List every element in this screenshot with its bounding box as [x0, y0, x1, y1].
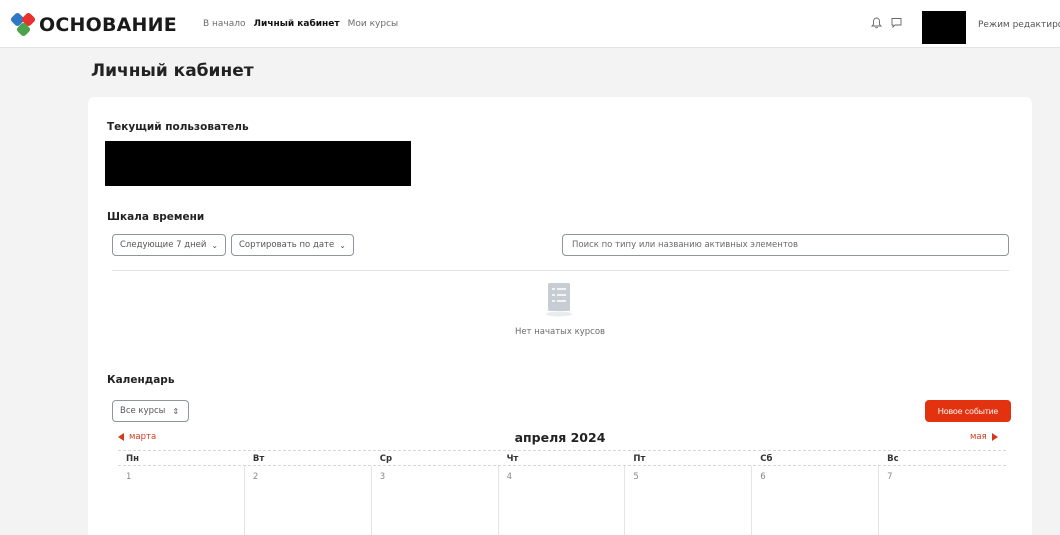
timeline-divider: [112, 270, 1009, 271]
chevron-down-icon: ⌄: [211, 240, 219, 250]
calendar-day-cell[interactable]: 6: [752, 466, 880, 535]
logo-text: ОСНОВАНИЕ: [39, 14, 177, 36]
calendar-week-row: 1 2 3 4 5 6 7: [118, 466, 1006, 535]
arrow-right-icon: [991, 433, 998, 441]
current-user-title: Текущий пользователь: [107, 121, 249, 133]
weekday-label: Пт: [633, 454, 646, 464]
weekday-label: Пн: [126, 454, 139, 464]
timeline-empty-text: Нет начатых курсов: [514, 327, 606, 337]
calendar-grid: Пн Вт Ср Чт Пт Сб Вс 1 2 3 4 5 6 7: [118, 450, 1006, 535]
arrow-left-icon: [118, 433, 124, 441]
weekday-label: Ср: [379, 454, 393, 464]
bell-icon[interactable]: [871, 17, 882, 29]
weekday-label: Сб: [760, 454, 773, 464]
user-avatar[interactable]: [922, 11, 966, 44]
calendar-day-cell[interactable]: 7: [879, 466, 1006, 535]
calendar-course-select[interactable]: Все курсы ⇕: [112, 400, 189, 422]
calendar-next-label: мая: [970, 432, 987, 442]
chevron-down-icon: ⌄: [339, 240, 346, 250]
calendar-day-cell[interactable]: 1: [118, 466, 245, 535]
calendar-day-cell[interactable]: 2: [245, 466, 372, 535]
calendar-day-cell[interactable]: 3: [372, 466, 499, 535]
calendar-course-value: Все курсы: [120, 406, 166, 416]
top-navbar: ОСНОВАНИЕ В начало Личный кабинет Мои ку…: [0, 0, 1060, 48]
page-title: Личный кабинет: [91, 61, 254, 81]
chat-icon[interactable]: [891, 17, 902, 29]
nav-home[interactable]: В начало: [203, 19, 246, 29]
weekday-label: Чт: [506, 454, 519, 464]
nav-my-courses[interactable]: Мои курсы: [348, 19, 399, 29]
edit-mode-toggle[interactable]: Режим редактиро: [978, 20, 1060, 30]
toolbar-icons: [871, 17, 902, 29]
logo-mark-icon: [9, 11, 37, 38]
calendar-current-month: апреля 2024: [514, 430, 606, 445]
current-user-info: [105, 141, 411, 186]
weekday-label: Вт: [252, 454, 265, 464]
calendar-day-cell[interactable]: 5: [625, 466, 753, 535]
calendar-next-month[interactable]: мая: [970, 432, 998, 442]
calendar-weekday-header: Пн Вт Ср Чт Пт Сб Вс: [118, 450, 1006, 466]
empty-list-icon: [542, 282, 576, 322]
nav-dashboard[interactable]: Личный кабинет: [254, 19, 340, 29]
timeline-range-value: Следующие 7 дней: [120, 240, 207, 250]
timeline-range-select[interactable]: Следующие 7 дней ⌄: [112, 234, 227, 256]
timeline-sort-select[interactable]: Сортировать по дате ⌄: [231, 234, 354, 256]
calendar-title: Календарь: [107, 374, 175, 386]
calendar-prev-label: марта: [129, 432, 157, 442]
calendar-prev-month[interactable]: марта: [118, 432, 156, 442]
weekday-label: Вс: [887, 454, 899, 464]
site-logo[interactable]: ОСНОВАНИЕ: [9, 11, 177, 38]
sort-arrows-icon: ⇕: [172, 406, 180, 416]
primary-nav: В начало Личный кабинет Мои курсы: [203, 19, 398, 29]
new-event-button[interactable]: Новое событие: [925, 400, 1011, 422]
timeline-search-input[interactable]: [562, 234, 1009, 256]
timeline-sort-value: Сортировать по дате: [239, 240, 335, 250]
calendar-day-cell[interactable]: 4: [499, 466, 626, 535]
timeline-title: Шкала времени: [107, 211, 205, 223]
